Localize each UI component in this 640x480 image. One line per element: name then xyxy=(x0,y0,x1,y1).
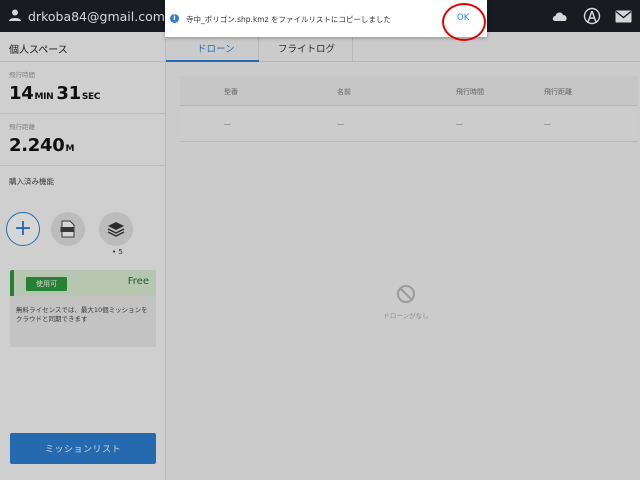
info-icon: i xyxy=(170,14,179,23)
ok-button[interactable]: OK xyxy=(457,13,469,23)
notification-toast: i 寺中_ポリゴン.shp.kmz をファイルリストにコピーしました OK xyxy=(165,0,487,37)
modal-overlay xyxy=(0,0,640,480)
toast-message: 寺中_ポリゴン.shp.kmz をファイルリストにコピーしました xyxy=(186,15,391,24)
